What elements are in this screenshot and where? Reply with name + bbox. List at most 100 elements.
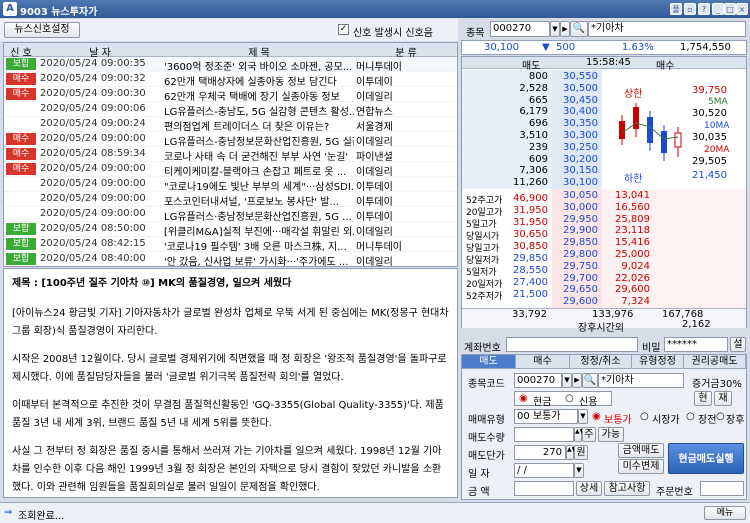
radio-normal-icon[interactable]: ◉	[592, 411, 601, 422]
down-arrow-icon: ▼	[542, 42, 550, 53]
radio-market-icon[interactable]: ○	[640, 411, 649, 422]
ask-price[interactable]: 30,100	[552, 177, 598, 188]
password-input[interactable]: ******	[664, 337, 728, 352]
order-code-input[interactable]: 000270	[514, 373, 562, 388]
bid-qty: 29,600	[615, 284, 650, 296]
price-spinner-icon[interactable]: ▲▼	[566, 445, 576, 460]
cash-sell-execute-button[interactable]: 현금매도실행	[668, 443, 744, 474]
bid-qty: 25,809	[615, 213, 650, 225]
tab-type-modify[interactable]: 유형정정	[632, 355, 684, 368]
ask-price[interactable]: 30,350	[552, 118, 598, 129]
news-row[interactable]: 보합 2020/05/24 08:40:00 '안 갔음, 신사업 보류' 가시화·…	[4, 252, 457, 266]
search-icon[interactable]: 🔍	[570, 21, 588, 37]
restore-icon[interactable]: ▫	[684, 3, 696, 15]
bid-price[interactable]: 29,850	[552, 237, 598, 248]
signal-badge: 매수	[6, 88, 36, 100]
tab-sell[interactable]: 매도	[462, 355, 516, 368]
minimize-button[interactable]: _	[712, 3, 724, 15]
tab-buy[interactable]: 매수	[516, 355, 570, 368]
ask-price[interactable]: 30,150	[552, 165, 598, 176]
order-qty-input[interactable]	[514, 427, 574, 442]
news-category: 이데일리	[356, 137, 393, 148]
news-row[interactable]: 2020/05/24 09:00:00 포스코인터내셔널, '프로보노 봉사단' …	[4, 192, 457, 208]
order-price-input[interactable]: 270	[514, 445, 566, 460]
bid-price[interactable]: 29,950	[552, 214, 598, 225]
current-price-button[interactable]: 현	[694, 391, 712, 406]
order-number-field	[700, 481, 744, 496]
code-input[interactable]: 000270	[490, 21, 550, 37]
ask-price[interactable]: 30,250	[552, 142, 598, 153]
order-search-icon[interactable]: 🔍	[582, 373, 598, 388]
news-row[interactable]: 매수 2020/05/24 08:59:34 코로나 사태 속 더 굳건해진 부부 …	[4, 147, 457, 163]
ask-price[interactable]: 30,300	[552, 130, 598, 141]
stat-value: 31,950	[513, 205, 548, 216]
margin-rate: 증거금30%	[692, 379, 742, 390]
news-date: 2020/05/24 09:00:30	[40, 88, 146, 99]
bid-price[interactable]: 30,050	[552, 190, 598, 201]
news-row[interactable]: 매수 2020/05/24 09:00:00 티케이케미칼-블랙야크 손잡고 페트로…	[4, 162, 457, 178]
radio-premarket-icon[interactable]: ○	[686, 411, 695, 422]
order-next-icon[interactable]: ▶	[572, 373, 582, 388]
order-type-select[interactable]: 00 보통가	[514, 409, 578, 424]
signal-badge	[6, 178, 36, 190]
won-unit-button[interactable]: 원	[574, 445, 588, 460]
pin-button[interactable]: 풀	[670, 3, 682, 15]
ask-price[interactable]: 30,200	[552, 154, 598, 165]
cash-radio-icon[interactable]: ◉	[519, 393, 528, 404]
news-row[interactable]: 매수 2020/05/24 09:00:00 LG유플러스-충남정보문화산업진흥원,…	[4, 132, 457, 148]
tab-modify-cancel[interactable]: 정정/취소	[570, 355, 632, 368]
bid-qty: 16,560	[615, 201, 650, 213]
bid-price[interactable]: 29,600	[552, 296, 598, 307]
help-button[interactable]: ?	[698, 3, 710, 15]
news-row[interactable]: 2020/05/24 09:00:24 편의점업계 트레이더스 더 찾은 이유는?…	[4, 117, 457, 133]
available-qty-button[interactable]: 가능	[598, 427, 624, 442]
menu-button[interactable]: 메뉴	[704, 506, 746, 520]
account-select[interactable]	[506, 337, 638, 352]
ask-price[interactable]: 30,550	[552, 71, 598, 82]
ask-price[interactable]: 30,450	[552, 95, 598, 106]
account-settings-button[interactable]: 설	[730, 337, 746, 352]
article-paragraph: [아이뉴스24 황금빛 기자] 기아자동차가 글로벌 완성차 업체로 우뚝 서게…	[12, 308, 449, 337]
signal-sound-checkbox[interactable]: ✓	[338, 24, 349, 35]
next-arrow-icon[interactable]: ▶	[560, 21, 570, 37]
amount-input[interactable]	[514, 481, 574, 496]
news-row[interactable]: 보합 2020/05/24 09:00:35 '3600억 정조준' 외국 바이오 …	[4, 57, 457, 73]
bid-price[interactable]: 29,700	[552, 273, 598, 284]
date-dropdown-icon[interactable]: ▼	[574, 463, 584, 478]
ask-price[interactable]: 30,400	[552, 106, 598, 117]
date-input[interactable]: / /	[514, 463, 574, 478]
bid-price[interactable]: 29,800	[552, 249, 598, 260]
ask-price[interactable]: 30,500	[552, 83, 598, 94]
share-unit-button[interactable]: 주	[582, 427, 596, 442]
code-dropdown-icon[interactable]: ▼	[550, 21, 560, 37]
news-row[interactable]: 매수 2020/05/24 09:00:32 62만개 택배상자에 실종아동 정보 …	[4, 72, 457, 88]
bid-price[interactable]: 29,650	[552, 284, 598, 295]
after-hours-value: 2,162	[682, 319, 711, 330]
news-row[interactable]: 보합 2020/05/24 08:42:15 '코로나19 필수템' 3배 오른 마…	[4, 237, 457, 253]
order-type-dropdown-icon[interactable]: ▼	[578, 409, 588, 424]
reload-button[interactable]: 재	[714, 391, 732, 406]
order-code-dropdown-icon[interactable]: ▼	[562, 373, 572, 388]
news-row[interactable]: 매수 2020/05/24 09:00:30 62만개 우체국 택배에 장기 실종아…	[4, 87, 457, 103]
news-row[interactable]: 2020/05/24 09:00:06 LG유플러스-충남도, 5G 실감형 콘텐…	[4, 102, 457, 118]
notes-button[interactable]: 참고사항	[604, 481, 650, 496]
news-row[interactable]: 2020/05/24 09:00:00 "코로나19에도 빛난 부부의 세계"··…	[4, 177, 457, 193]
credit-radio-icon[interactable]: ○	[565, 393, 574, 404]
credit-label: 신용	[579, 397, 598, 408]
bid-price[interactable]: 29,900	[552, 225, 598, 236]
news-row[interactable]: 보합 2020/05/24 08:50:00 [위클리M&A]실적 부진에···매각…	[4, 222, 457, 238]
detail-button[interactable]: 상세	[576, 481, 602, 496]
bid-price[interactable]: 30,000	[552, 202, 598, 213]
radio-aftermarket-icon[interactable]: ○	[716, 411, 725, 422]
qty-spinner-icon[interactable]: ▲▼	[574, 427, 584, 442]
order-book: 매도 15:58:45 매수 800 30,550 2,528 30,500 665 30…	[461, 56, 747, 334]
news-signal-settings-button[interactable]: 뉴스신호설정	[4, 22, 80, 38]
close-button[interactable]: ×	[736, 3, 748, 15]
maximize-button[interactable]: □	[724, 3, 736, 15]
bid-price[interactable]: 29,750	[552, 261, 598, 272]
news-category: 이데일리	[356, 227, 393, 238]
news-row[interactable]: 2020/05/24 09:00:00 LG유플러스·충남정보문화산업진흥원, 5…	[4, 207, 457, 223]
unpaid-repay-button[interactable]: 미수변제	[618, 459, 664, 474]
amount-sell-button[interactable]: 금액매도	[618, 443, 664, 458]
tab-short-sell[interactable]: 권리공매도	[684, 355, 746, 368]
